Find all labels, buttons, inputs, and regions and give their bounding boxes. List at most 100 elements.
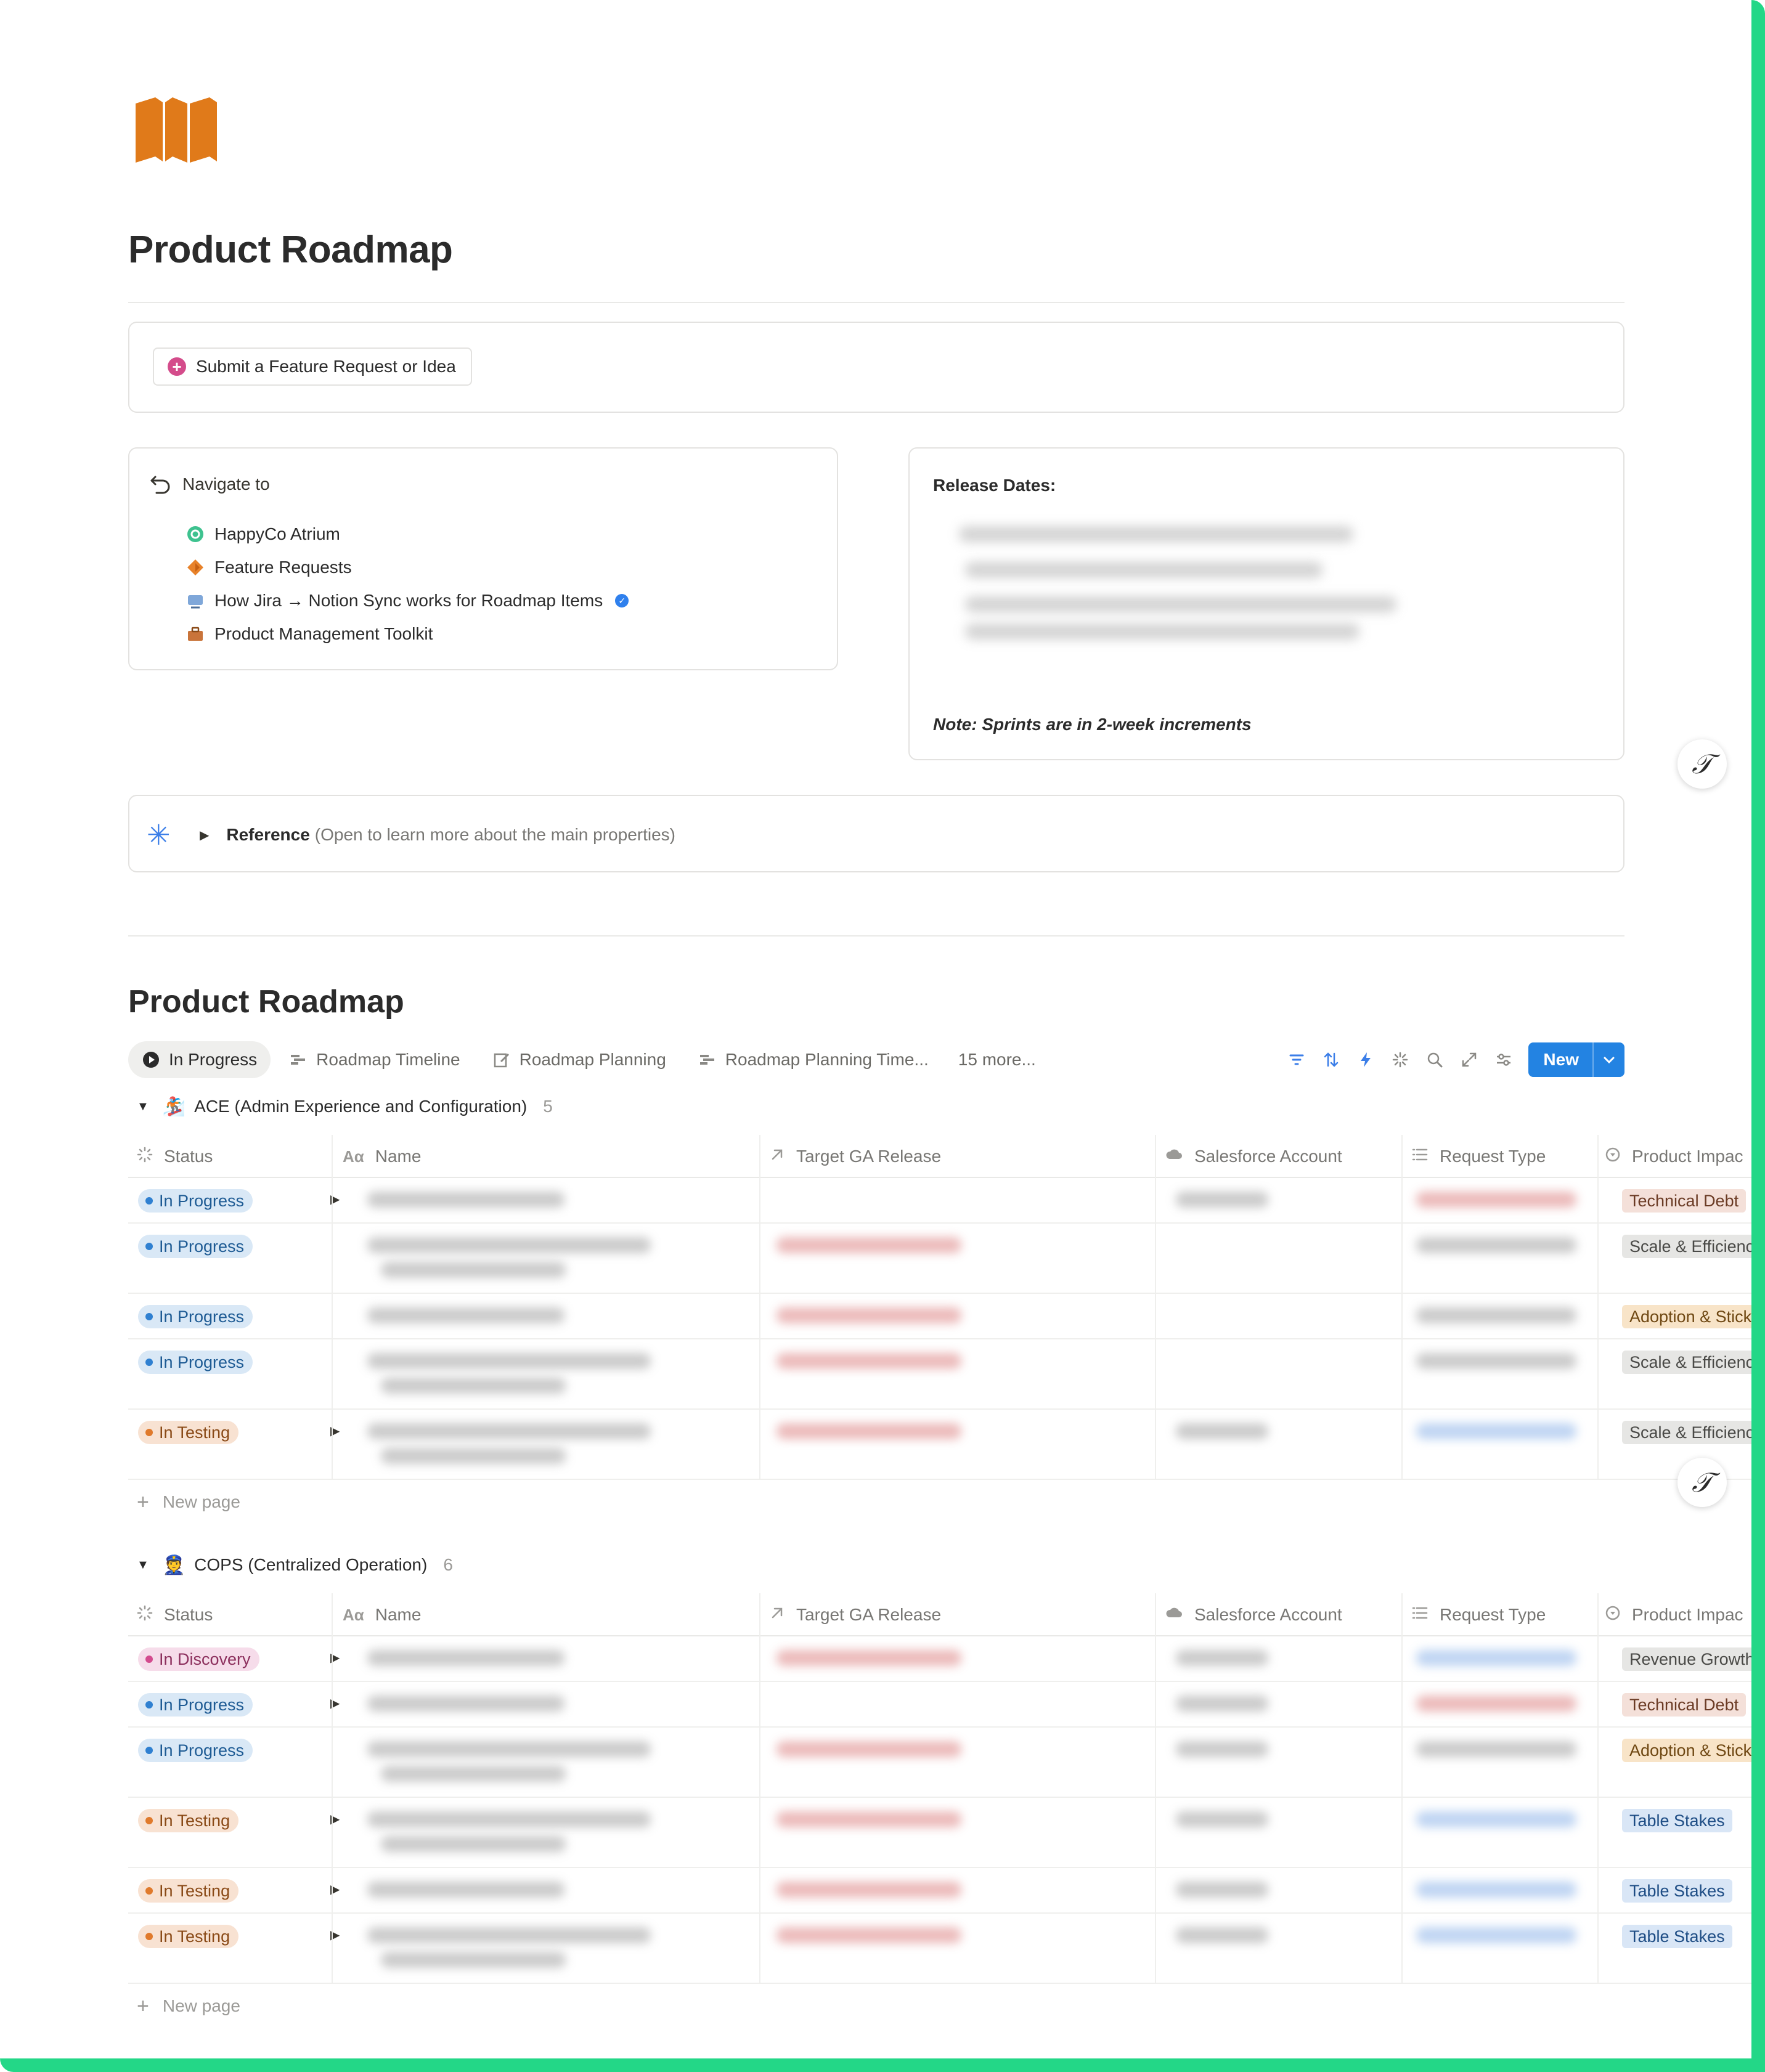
table-row[interactable]: In Testing ▶ Table Stakes xyxy=(128,1798,1751,1868)
table-row[interactable]: In Testing ▶ Table Stakes xyxy=(128,1868,1751,1914)
search-icon[interactable] xyxy=(1417,1042,1452,1077)
name-redacted[interactable] xyxy=(367,1882,565,1898)
tab-in-progress[interactable]: In Progress xyxy=(128,1041,271,1078)
name-redacted[interactable] xyxy=(367,1192,565,1208)
salesforce-account-redacted[interactable] xyxy=(1176,1927,1268,1943)
status-badge[interactable]: In Progress xyxy=(138,1351,253,1374)
status-badge[interactable]: In Discovery xyxy=(138,1647,259,1671)
status-badge[interactable]: In Testing xyxy=(138,1421,239,1444)
tab-roadmap-planning-timeline[interactable]: Roadmap Planning Time... xyxy=(685,1041,942,1078)
salesforce-account-redacted[interactable] xyxy=(1176,1423,1268,1439)
table-row[interactable]: In Progress Scale & Efficiency xyxy=(128,1339,1751,1410)
ai-assistant-button[interactable]: 𝒯 xyxy=(1677,1458,1727,1507)
salesforce-account-redacted[interactable] xyxy=(1176,1741,1268,1757)
status-badge[interactable]: In Progress xyxy=(138,1305,253,1328)
request-type-redacted[interactable] xyxy=(1416,1696,1576,1712)
nav-link-pm-toolkit[interactable]: Product Management Toolkit xyxy=(185,617,629,651)
table-row[interactable]: In Progress ▶ Technical Debt xyxy=(128,1178,1751,1224)
target-release-redacted[interactable] xyxy=(777,1811,961,1827)
request-type-redacted[interactable] xyxy=(1416,1237,1576,1253)
group-header-cops[interactable]: ▼ 👮 COPS (Centralized Operation) 6 xyxy=(128,1548,453,1582)
table-row[interactable]: In Testing ▶ Scale & Efficiency xyxy=(128,1410,1751,1480)
request-type-redacted[interactable] xyxy=(1416,1741,1576,1757)
name-redacted[interactable] xyxy=(367,1927,651,1943)
product-impact-tag[interactable]: Table Stakes xyxy=(1622,1809,1732,1832)
request-type-redacted[interactable] xyxy=(1416,1927,1576,1943)
product-impact-tag[interactable]: Scale & Efficiency xyxy=(1622,1351,1751,1374)
target-release-redacted[interactable] xyxy=(777,1237,961,1253)
target-release-redacted[interactable] xyxy=(777,1927,961,1943)
nav-link-jira-notion-sync[interactable]: How Jira → Notion Sync works for Roadmap… xyxy=(185,584,629,617)
settings-sliders-icon[interactable] xyxy=(1486,1042,1521,1077)
nav-link-happyco-atrium[interactable]: HappyCo Atrium xyxy=(185,518,629,551)
expand-icon[interactable] xyxy=(1452,1042,1486,1077)
table-row[interactable]: In Progress Adoption & Sticki xyxy=(128,1294,1751,1339)
more-tabs-link[interactable]: 15 more... xyxy=(947,1050,1047,1070)
automation-icon[interactable] xyxy=(1348,1042,1383,1077)
tab-roadmap-timeline[interactable]: Roadmap Timeline xyxy=(275,1041,473,1078)
column-header-request[interactable]: Request Type xyxy=(1411,1593,1546,1636)
salesforce-account-redacted[interactable] xyxy=(1176,1192,1268,1208)
product-impact-tag[interactable]: Technical Debt xyxy=(1622,1693,1747,1717)
column-header-request[interactable]: Request Type xyxy=(1411,1135,1546,1178)
product-impact-tag[interactable]: Scale & Efficiency xyxy=(1622,1235,1751,1258)
table-row[interactable]: In Progress Scale & Efficiency xyxy=(128,1224,1751,1294)
column-header-target[interactable]: Target GA Release xyxy=(769,1593,941,1636)
name-redacted[interactable] xyxy=(367,1811,651,1827)
target-release-redacted[interactable] xyxy=(777,1423,961,1439)
column-header-status[interactable]: Status xyxy=(137,1593,213,1636)
request-type-redacted[interactable] xyxy=(1416,1650,1576,1666)
new-page-button[interactable]: + New page xyxy=(137,1485,240,1519)
table-row[interactable]: In Discovery ▶ Revenue Growth xyxy=(128,1636,1751,1682)
product-impact-tag[interactable]: Revenue Growth xyxy=(1622,1647,1751,1671)
request-type-redacted[interactable] xyxy=(1416,1882,1576,1898)
name-redacted[interactable] xyxy=(367,1237,651,1253)
collapse-triangle-icon[interactable]: ▼ xyxy=(137,1558,149,1572)
target-release-redacted[interactable] xyxy=(777,1353,961,1369)
collapse-triangle-icon[interactable]: ▼ xyxy=(137,1100,149,1114)
name-redacted[interactable] xyxy=(367,1307,565,1323)
column-header-name[interactable]: Aα Name xyxy=(343,1135,421,1178)
name-redacted[interactable] xyxy=(367,1353,651,1369)
status-badge[interactable]: In Testing xyxy=(138,1879,239,1903)
nav-link-feature-requests[interactable]: Feature Requests xyxy=(185,551,629,584)
sort-icon[interactable] xyxy=(1314,1042,1348,1077)
table-row[interactable]: In Testing ▶ Table Stakes xyxy=(128,1914,1751,1984)
product-impact-tag[interactable]: Technical Debt xyxy=(1622,1189,1747,1213)
column-header-account[interactable]: Salesforce Account xyxy=(1165,1135,1342,1178)
reference-toggle[interactable]: ✳ ▶ Reference (Open to learn more about … xyxy=(147,821,675,849)
product-impact-tag[interactable]: Adoption & Sticki xyxy=(1622,1739,1751,1762)
column-header-impact[interactable]: Product Impac xyxy=(1605,1593,1743,1636)
status-badge[interactable]: In Progress xyxy=(138,1693,253,1717)
request-type-redacted[interactable] xyxy=(1416,1192,1576,1208)
column-header-target[interactable]: Target GA Release xyxy=(769,1135,941,1178)
target-release-redacted[interactable] xyxy=(777,1307,961,1323)
request-type-redacted[interactable] xyxy=(1416,1353,1576,1369)
toggle-triangle-icon[interactable]: ▶ xyxy=(200,827,209,843)
status-badge[interactable]: In Testing xyxy=(138,1809,239,1832)
status-badge[interactable]: In Progress xyxy=(138,1235,253,1258)
target-release-redacted[interactable] xyxy=(777,1882,961,1898)
salesforce-account-redacted[interactable] xyxy=(1176,1650,1268,1666)
ai-sparkle-icon[interactable] xyxy=(1383,1042,1417,1077)
salesforce-account-redacted[interactable] xyxy=(1176,1696,1268,1712)
product-impact-tag[interactable]: Table Stakes xyxy=(1622,1879,1732,1903)
new-record-button[interactable]: New xyxy=(1528,1042,1624,1077)
status-badge[interactable]: In Progress xyxy=(138,1739,253,1762)
name-redacted[interactable] xyxy=(367,1650,565,1666)
column-header-impact[interactable]: Product Impac xyxy=(1605,1135,1743,1178)
status-badge[interactable]: In Progress xyxy=(138,1189,253,1213)
name-redacted[interactable] xyxy=(367,1423,651,1439)
group-header-ace[interactable]: ▼ 🏂 ACE (Admin Experience and Configurat… xyxy=(128,1089,553,1124)
column-header-name[interactable]: Aα Name xyxy=(343,1593,421,1636)
product-impact-tag[interactable]: Table Stakes xyxy=(1622,1925,1732,1948)
target-release-redacted[interactable] xyxy=(777,1741,961,1757)
column-header-account[interactable]: Salesforce Account xyxy=(1165,1593,1342,1636)
submit-feature-request-button[interactable]: + Submit a Feature Request or Idea xyxy=(153,347,472,386)
request-type-redacted[interactable] xyxy=(1416,1307,1576,1323)
salesforce-account-redacted[interactable] xyxy=(1176,1882,1268,1898)
column-header-status[interactable]: Status xyxy=(137,1135,213,1178)
filter-icon[interactable] xyxy=(1279,1042,1314,1077)
table-row[interactable]: In Progress Adoption & Sticki xyxy=(128,1728,1751,1798)
new-page-button[interactable]: + New page xyxy=(137,1989,240,2023)
